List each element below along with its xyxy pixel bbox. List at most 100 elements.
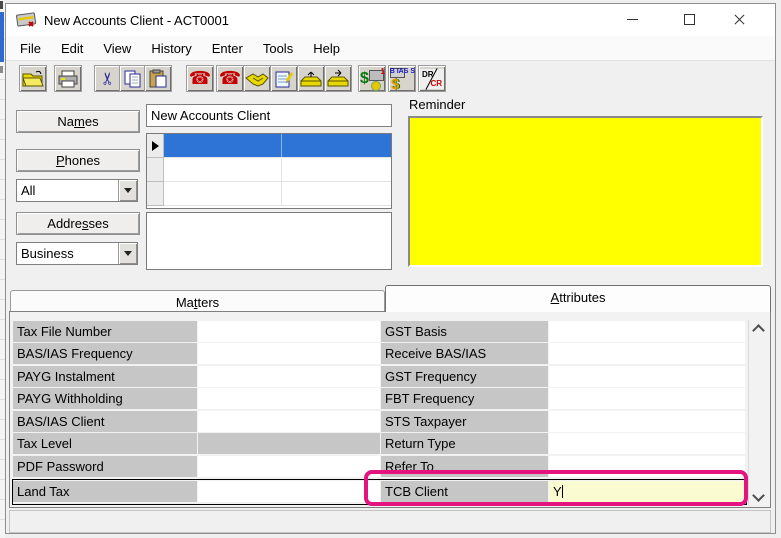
title-bar: New Accounts Client - ACT0001 (6, 4, 775, 36)
tray-in-icon (326, 69, 350, 89)
tray-in-button[interactable] (324, 65, 352, 92)
window-title: New Accounts Client - ACT0001 (44, 13, 229, 28)
chevron-down-icon[interactable] (118, 180, 137, 201)
menu-enter[interactable]: Enter (202, 38, 253, 59)
tray-out-button[interactable] (297, 65, 325, 92)
menu-help[interactable]: Help (303, 38, 350, 59)
attr-value[interactable] (198, 456, 380, 477)
attr-label: BAS/IAS Frequency (13, 343, 197, 364)
cut-button[interactable]: ✂ (94, 65, 122, 92)
attr-label: Receive BAS/IAS (381, 343, 548, 364)
scroll-up-button[interactable] (749, 320, 768, 337)
names-grid-row[interactable] (147, 182, 391, 206)
attr-value[interactable] (549, 456, 745, 477)
name-detail-box[interactable] (146, 212, 392, 270)
attr-value[interactable] (198, 388, 380, 409)
dr-cr-button[interactable]: DR CR (418, 65, 446, 92)
names-grid-row[interactable] (147, 158, 391, 182)
note-icon (273, 69, 295, 89)
tab-matters-label: Matters (176, 295, 219, 310)
attr-label: Refer To (381, 456, 548, 477)
attr-label: PDF Password (13, 456, 197, 477)
handshake-button[interactable] (243, 65, 271, 92)
attr-value-tcb-client[interactable]: Y (549, 481, 745, 502)
print-button[interactable] (54, 65, 82, 92)
attr-value[interactable] (549, 388, 745, 409)
attr-value[interactable] (198, 321, 380, 342)
reminder-box[interactable] (408, 116, 763, 267)
tray-out-icon (299, 69, 323, 89)
attributes-panel: Tax File Number GST Basis BAS/IAS Freque… (9, 311, 771, 508)
attr-value[interactable] (198, 343, 380, 364)
phones-button[interactable]: Phones (16, 149, 140, 172)
maximize-icon (684, 14, 695, 25)
paste-button[interactable] (144, 65, 172, 92)
names-button-label: Names (57, 114, 98, 129)
attr-value[interactable] (549, 366, 745, 387)
open-folder-icon (21, 69, 45, 89)
tab-attributes-label: Attributes (551, 290, 606, 305)
screen: New Accounts Client - ACT0001 File Edit … (0, 0, 781, 538)
app-card-icon (16, 11, 38, 32)
addresses-button[interactable]: Addresses (16, 212, 140, 235)
attr-label: Return Type (381, 433, 548, 454)
vertical-scrollbar[interactable] (748, 320, 768, 505)
attr-label: Tax File Number (13, 321, 197, 342)
names-grid-row-selected[interactable] (147, 134, 391, 158)
menu-view[interactable]: View (93, 38, 141, 59)
attr-value[interactable] (549, 411, 745, 432)
dr-cr-icon: DR CR (420, 69, 444, 89)
text-caret (562, 485, 563, 498)
phone-in-icon: ☎ (189, 68, 211, 89)
cut-icon: ✂ (100, 71, 117, 85)
copy-button[interactable] (119, 65, 147, 92)
attr-label: Tax Level (13, 433, 197, 454)
close-icon (733, 13, 746, 26)
scroll-down-button[interactable] (749, 488, 768, 505)
phone-filter-value: All (17, 183, 118, 198)
phone-in-button[interactable]: ☎ (186, 65, 214, 92)
tab-attributes[interactable]: Attributes (385, 285, 771, 312)
attr-value[interactable] (549, 433, 745, 454)
bas-ias-button[interactable]: $ B IAS S (388, 65, 416, 92)
tcb-client-value: Y (553, 484, 562, 499)
attr-label: FBT Frequency (381, 388, 548, 409)
print-icon (56, 69, 80, 89)
client-name-value: New Accounts Client (151, 108, 270, 123)
names-button[interactable]: Names (16, 110, 140, 133)
menu-tools[interactable]: Tools (253, 38, 303, 59)
phone-out-button[interactable]: ☎ (216, 65, 244, 92)
attr-value[interactable] (198, 366, 380, 387)
chevron-up-icon (752, 324, 765, 337)
attr-label: GST Basis (381, 321, 548, 342)
attr-value[interactable] (198, 481, 380, 502)
money-button[interactable]: $ 1 (358, 65, 386, 92)
tab-matters[interactable]: Matters (10, 290, 385, 312)
maximize-button[interactable] (666, 4, 712, 35)
chevron-down-icon[interactable] (118, 243, 137, 264)
attr-label: BAS/IAS Client (13, 411, 197, 432)
menu-file[interactable]: File (10, 38, 51, 59)
handshake-icon (245, 70, 269, 88)
phone-filter-select[interactable]: All (16, 179, 138, 202)
open-button[interactable] (19, 65, 47, 92)
attr-label: TCB Client (381, 481, 548, 502)
names-grid[interactable] (146, 133, 392, 209)
attr-label: GST Frequency (381, 366, 548, 387)
attr-value[interactable] (549, 321, 745, 342)
attr-value-readonly (198, 433, 380, 454)
attr-value[interactable] (549, 343, 745, 364)
background-speck (0, 66, 3, 73)
menu-edit[interactable]: Edit (51, 38, 93, 59)
phones-button-label: Phones (56, 153, 100, 168)
minimize-button[interactable] (609, 4, 655, 35)
attr-value[interactable] (198, 411, 380, 432)
background-blue-sliver (0, 12, 4, 62)
bas-ias-icon: $ B IAS S (389, 67, 415, 91)
address-type-select[interactable]: Business (16, 242, 138, 265)
close-button[interactable] (716, 4, 762, 35)
client-name-field[interactable]: New Accounts Client (146, 104, 392, 127)
note-button[interactable] (270, 65, 298, 92)
address-type-value: Business (17, 246, 118, 261)
menu-history[interactable]: History (141, 38, 201, 59)
